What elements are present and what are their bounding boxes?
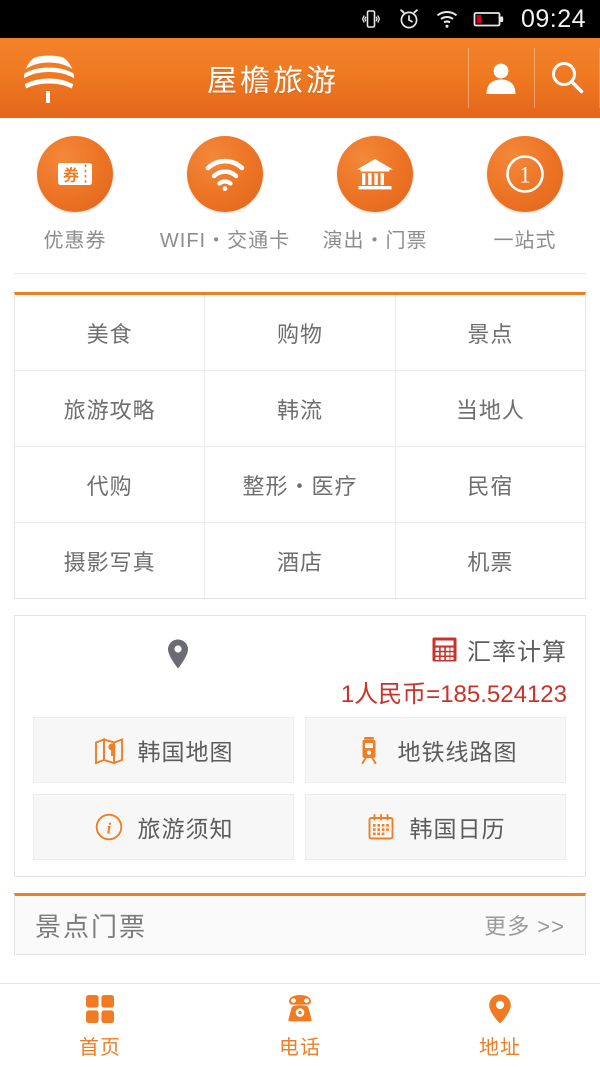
telephone-icon [288,994,312,1021]
tab-label: 首页 [79,1036,121,1059]
user-account-button[interactable] [468,38,534,118]
korea-calendar-button[interactable]: 韩国日历 [305,794,566,860]
korea-map-button[interactable]: 韩国地图 [33,717,294,783]
category-cell-food[interactable]: 美食 [15,295,204,370]
number-one-circle-icon: 1 [506,155,544,193]
wifi-circle [187,136,263,212]
quick-action-one-stop[interactable]: 1 一站式 [450,136,600,253]
bottom-navigation: 首页 电话 地址 [0,983,600,1067]
app-logo-globe-wave-icon [24,55,74,103]
quick-action-label: WIFI・交通卡 [159,230,291,252]
category-grid: 美食 购物 景点 旅游攻略 韩流 当地人 代购 整形・医疗 民宿 摄影写真 酒店… [14,292,586,599]
exchange-rate-area[interactable]: 汇率计算 1人民币=185.524123 [322,630,567,709]
status-bar-icons [359,7,505,31]
svg-text:1: 1 [519,163,531,188]
tools-panel: 汇率计算 1人民币=185.524123 韩国地图 地铁线路图 i 旅游须知 韩… [14,615,586,877]
tools-panel-wrap: 汇率计算 1人民币=185.524123 韩国地图 地铁线路图 i 旅游须知 韩… [0,599,600,877]
vibrate-icon [361,10,381,28]
bank-circle [337,136,413,212]
search-icon [552,62,584,94]
quick-action-label: 演出・门票 [322,230,428,252]
section-header-attraction-tickets: 景点门票 更多 >> [14,893,586,955]
info-circle-icon: i [95,813,122,841]
coupon-circle: 券 [37,136,113,212]
app-header: 屋檐旅游 [0,38,600,118]
tab-home[interactable]: 首页 [0,984,200,1067]
tab-label: 地址 [479,1036,521,1059]
quick-action-label: 一站式 [493,230,557,252]
one-stop-circle: 1 [487,136,563,212]
status-bar-clock: 09:24 [520,4,586,33]
category-cell-hotel[interactable]: 酒店 [204,523,394,598]
section-more-link[interactable]: 更多 >> [484,909,565,941]
category-cell-flight[interactable]: 机票 [394,523,585,598]
section-wrap: 景点门票 更多 >> [0,877,600,955]
svg-text:券: 券 [63,166,79,185]
category-cell-hallyu[interactable]: 韩流 [204,371,394,446]
map-pin-icon [167,639,188,669]
tab-address[interactable]: 地址 [400,984,600,1067]
category-cell-guesthouse[interactable]: 民宿 [394,447,585,522]
app-screen: 09:24 屋檐旅游 券 优惠券 WIFI・交通卡 演出・门票 1 一站式 美食… [0,0,600,1067]
tab-phone[interactable]: 电话 [200,984,400,1067]
calendar-icon [368,814,393,840]
page-title: 屋檐旅游 [207,65,339,98]
battery-low-icon [473,12,504,27]
tool-button-label: 地铁线路图 [397,739,518,765]
quick-action-wifi-transit[interactable]: WIFI・交通卡 [150,136,300,253]
section-title: 景点门票 [35,911,148,942]
category-cell-proxy-buying[interactable]: 代购 [15,447,204,522]
calculator-icon [432,637,457,662]
category-cell-photography[interactable]: 摄影写真 [15,523,204,598]
quick-action-show-ticket[interactable]: 演出・门票 [300,136,450,253]
wifi-icon [436,11,458,28]
tool-buttons: 韩国地图 地铁线路图 i 旅游须知 韩国日历 [33,717,567,860]
category-cell-shopping[interactable]: 购物 [204,295,394,370]
category-cell-attractions[interactable]: 景点 [394,295,585,370]
svg-text:i: i [106,821,111,838]
category-grid-wrap: 美食 购物 景点 旅游攻略 韩流 当地人 代购 整形・医疗 民宿 摄影写真 酒店… [0,274,600,599]
tool-button-label: 韩国日历 [409,816,506,842]
category-cell-travel-guide[interactable]: 旅游攻略 [15,371,204,446]
grid-row: 美食 购物 景点 [15,295,585,370]
wifi-icon [205,158,245,191]
tool-button-label: 韩国地图 [137,739,234,765]
rate-value: 1人民币=185.524123 [340,681,567,708]
user-icon [486,63,516,94]
category-cell-locals[interactable]: 当地人 [394,371,585,446]
travel-notice-button[interactable]: i 旅游须知 [33,794,294,860]
rate-title: 汇率计算 [467,639,567,666]
tool-button-label: 旅游须知 [137,816,234,842]
grid-row: 代购 整形・医疗 民宿 [15,446,585,522]
grid-row: 旅游攻略 韩流 当地人 [15,370,585,446]
subway-map-button[interactable]: 地铁线路图 [305,717,566,783]
location-area[interactable] [33,630,322,670]
quick-actions-row: 券 优惠券 WIFI・交通卡 演出・门票 1 一站式 [0,118,600,259]
bank-building-icon [357,159,393,190]
tab-label: 电话 [279,1036,321,1059]
coupon-ticket-icon: 券 [58,163,92,185]
quick-action-label: 优惠券 [43,230,107,252]
tools-top-row: 汇率计算 1人民币=185.524123 [33,630,567,709]
quick-action-coupon[interactable]: 券 优惠券 [0,136,150,253]
rate-header: 汇率计算 [431,632,567,667]
grid-row: 摄影写真 酒店 机票 [15,522,585,598]
folded-map-icon [94,738,123,765]
grid-home-icon [86,994,114,1023]
alarm-icon [400,9,418,29]
status-bar: 09:24 [0,0,600,38]
map-pin-icon [489,994,511,1023]
subway-train-icon [361,737,376,764]
search-button[interactable] [534,38,600,118]
category-cell-cosmetic-medical[interactable]: 整形・医疗 [204,447,394,522]
